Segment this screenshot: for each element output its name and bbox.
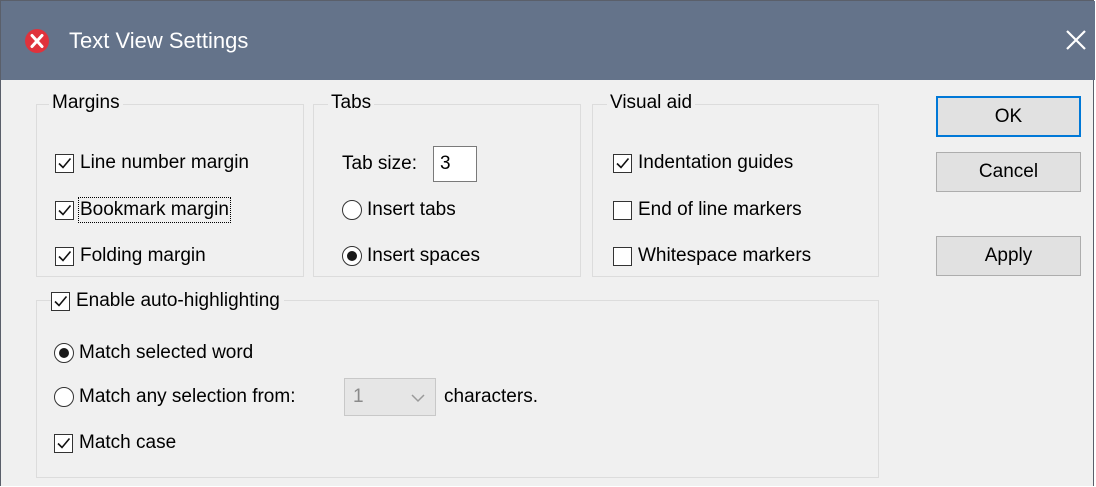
tabs-group-label: Tabs xyxy=(328,92,375,114)
checkbox-box[interactable] xyxy=(55,246,74,266)
chevron-down-icon xyxy=(411,394,425,403)
line-number-margin-label: Line number margin xyxy=(80,152,249,173)
characters-suffix: characters. xyxy=(444,384,538,410)
dialog-body: Margins Line number margin Bookmark marg… xyxy=(1,80,1093,486)
match-selected-word-label: Match selected word xyxy=(79,342,254,363)
characters-count-value: 1 xyxy=(353,386,364,407)
folding-margin-label: Folding margin xyxy=(80,245,206,266)
tabs-group: Tabs Tab size: 3 Insert tabs Insert spac… xyxy=(313,92,581,277)
text-view-settings-dialog: Text View Settings Margins Line number m… xyxy=(0,0,1095,486)
cancel-button[interactable]: Cancel xyxy=(936,152,1081,192)
checkbox-box[interactable] xyxy=(51,291,70,311)
ok-button-label: OK xyxy=(994,105,1023,127)
checkbox-box[interactable] xyxy=(613,153,632,173)
match-selected-word-radio[interactable]: Match selected word xyxy=(54,340,253,366)
insert-spaces-radio[interactable]: Insert spaces xyxy=(342,243,480,269)
visual-aid-group: Visual aid Indentation guides End of lin… xyxy=(592,92,879,277)
match-any-selection-radio[interactable]: Match any selection from: xyxy=(54,384,295,410)
checkbox-box[interactable] xyxy=(55,153,74,173)
bookmark-margin-checkbox[interactable]: Bookmark margin xyxy=(55,197,231,223)
title-bar: Text View Settings xyxy=(1,1,1095,80)
ok-button[interactable]: OK xyxy=(936,96,1081,137)
radio-circle-selected[interactable] xyxy=(54,343,74,363)
bookmark-margin-label: Bookmark margin xyxy=(78,197,231,223)
line-number-margin-checkbox[interactable]: Line number margin xyxy=(55,150,249,176)
characters-suffix-label: characters. xyxy=(444,386,538,407)
indentation-guides-checkbox[interactable]: Indentation guides xyxy=(613,150,793,176)
end-of-line-markers-checkbox[interactable]: End of line markers xyxy=(613,197,802,223)
insert-tabs-label: Insert tabs xyxy=(367,199,456,220)
checkbox-box[interactable] xyxy=(54,433,73,453)
insert-tabs-radio[interactable]: Insert tabs xyxy=(342,197,456,223)
radio-circle-selected[interactable] xyxy=(342,246,362,266)
characters-count-select[interactable]: 1 xyxy=(344,378,436,416)
match-case-label: Match case xyxy=(79,432,177,453)
apply-button[interactable]: Apply xyxy=(936,236,1081,276)
apply-button-label: Apply xyxy=(984,245,1033,266)
visual-aid-group-label: Visual aid xyxy=(607,92,696,114)
tab-size-input[interactable]: 3 xyxy=(432,146,477,182)
insert-spaces-label: Insert spaces xyxy=(367,245,480,266)
margins-group: Margins Line number margin Bookmark marg… xyxy=(36,92,304,277)
window-title: Text View Settings xyxy=(69,28,249,53)
margins-group-label: Margins xyxy=(49,92,123,114)
enable-auto-highlighting-checkbox[interactable]: Enable auto-highlighting xyxy=(51,288,284,314)
radio-circle[interactable] xyxy=(342,200,362,220)
indentation-guides-label: Indentation guides xyxy=(638,152,794,173)
end-of-line-markers-label: End of line markers xyxy=(638,199,802,220)
match-case-checkbox[interactable]: Match case xyxy=(54,430,176,456)
enable-auto-highlighting-label: Enable auto-highlighting xyxy=(76,290,280,311)
close-icon[interactable] xyxy=(1059,23,1093,57)
checkbox-box[interactable] xyxy=(613,246,632,266)
radio-circle[interactable] xyxy=(54,387,74,407)
match-any-selection-label: Match any selection from: xyxy=(79,386,296,407)
checkbox-box[interactable] xyxy=(55,200,74,220)
tab-size-label: Tab size: xyxy=(342,153,417,174)
cancel-button-label: Cancel xyxy=(978,161,1039,182)
whitespace-markers-label: Whitespace markers xyxy=(638,245,812,266)
tab-size-row: Tab size: 3 xyxy=(342,145,477,183)
checkbox-box[interactable] xyxy=(613,200,632,220)
altova-x-icon xyxy=(25,29,49,53)
whitespace-markers-checkbox[interactable]: Whitespace markers xyxy=(613,243,811,269)
folding-margin-checkbox[interactable]: Folding margin xyxy=(55,243,206,269)
